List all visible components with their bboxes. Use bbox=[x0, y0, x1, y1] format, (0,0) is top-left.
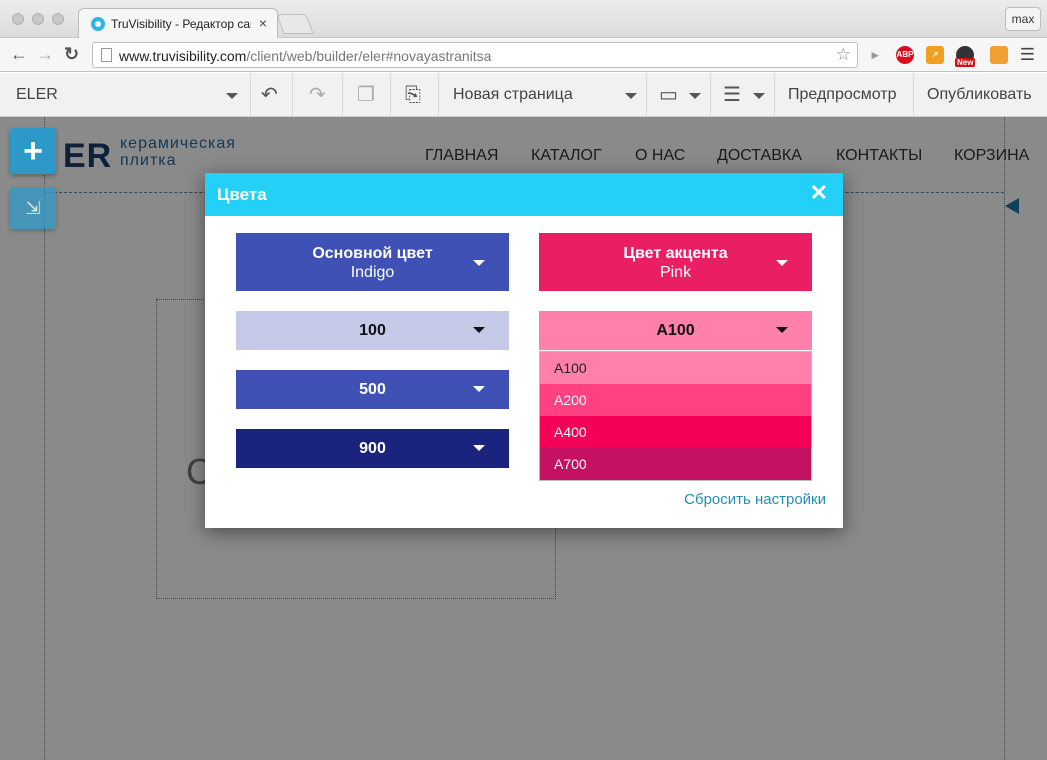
chevron-down-icon bbox=[776, 260, 788, 266]
primary-shade-100-select[interactable]: 100 bbox=[236, 311, 509, 350]
add-element-button[interactable]: + bbox=[10, 128, 56, 174]
new-tab-button[interactable] bbox=[276, 14, 314, 34]
primary-color-label: Основной цвет bbox=[312, 245, 433, 262]
plus-icon: + bbox=[23, 132, 43, 170]
bookmark-star-icon[interactable]: ☆ bbox=[836, 45, 851, 65]
minimize-window-button[interactable] bbox=[32, 13, 44, 25]
adblock-icon[interactable]: ABP bbox=[896, 46, 914, 64]
paste-icon: ⎘ bbox=[405, 84, 421, 106]
collapse-button[interactable]: ⇲ bbox=[10, 187, 56, 229]
monitor-icon: ▭ bbox=[659, 84, 678, 106]
chart-icon[interactable]: ↗ bbox=[926, 46, 944, 64]
chevron-down-icon bbox=[776, 327, 788, 333]
primary-color-select[interactable]: Основной цвет Indigo bbox=[236, 233, 509, 291]
truvisibility-favicon-icon bbox=[91, 17, 105, 31]
primary-color-value: Indigo bbox=[350, 264, 395, 281]
page-select[interactable]: Новая страница bbox=[439, 73, 647, 117]
shade-label: 100 bbox=[359, 322, 386, 339]
reload-icon[interactable]: ↻ bbox=[64, 44, 79, 65]
accent-option-a400[interactable]: A400 bbox=[540, 416, 811, 448]
chevron-down-icon bbox=[473, 386, 485, 392]
site-name: ELER bbox=[16, 86, 58, 103]
dialog-header: Цвета ✕ bbox=[205, 173, 843, 216]
accent-option-a700[interactable]: A700 bbox=[540, 448, 811, 480]
close-icon[interactable]: ✕ bbox=[810, 182, 828, 204]
grid-icon[interactable] bbox=[990, 46, 1008, 64]
sliders-icon: ☰ bbox=[723, 84, 741, 106]
builder-toolbar: ELER ↶ ↷ ❐ ⎘ Новая страница ▭ ☰ Предпрос… bbox=[0, 73, 1047, 117]
undo-icon: ↶ bbox=[261, 84, 278, 106]
reset-settings-link[interactable]: Сбросить настройки bbox=[684, 491, 826, 508]
redo-icon: ↷ bbox=[309, 84, 326, 106]
preview-button[interactable]: Предпросмотр bbox=[775, 73, 914, 117]
settings-select[interactable]: ☰ bbox=[711, 73, 775, 117]
chevron-down-icon bbox=[226, 93, 238, 99]
url-text: www.truvisibility.com/client/web/builder… bbox=[119, 48, 492, 64]
shade-label: 500 bbox=[359, 381, 386, 398]
primary-shade-500-select[interactable]: 500 bbox=[236, 370, 509, 409]
dialog-title: Цвета bbox=[217, 185, 267, 204]
redo-button[interactable]: ↷ bbox=[293, 73, 343, 117]
back-arrow-icon[interactable]: ← bbox=[10, 44, 28, 65]
chevron-down-icon bbox=[753, 93, 765, 99]
undo-button[interactable]: ↶ bbox=[251, 73, 293, 117]
collapse-icon: ⇲ bbox=[25, 198, 41, 218]
volume-icon[interactable]: ▸ bbox=[866, 46, 884, 64]
chevron-down-icon bbox=[473, 445, 485, 451]
tab-title: TruVisibility - Редактор сай bbox=[111, 17, 251, 31]
copy-button[interactable]: ❐ bbox=[343, 73, 391, 117]
chevron-down-icon bbox=[473, 327, 485, 333]
tab-close-button[interactable]: × bbox=[259, 15, 267, 31]
primary-shade-900-select[interactable]: 900 bbox=[236, 429, 509, 468]
profile-button[interactable]: max bbox=[1005, 7, 1041, 31]
page-icon bbox=[101, 48, 112, 62]
browser-tab[interactable]: TruVisibility - Редактор сай × bbox=[78, 8, 278, 38]
page-select-label: Новая страница bbox=[453, 86, 573, 103]
new-badge: New bbox=[955, 58, 976, 67]
publish-button[interactable]: Опубликовать bbox=[914, 73, 1047, 117]
device-select[interactable]: ▭ bbox=[647, 73, 711, 117]
accent-option-a200[interactable]: A200 bbox=[540, 384, 811, 416]
chevron-down-icon bbox=[689, 93, 701, 99]
chevron-down-icon bbox=[473, 260, 485, 266]
browser-titlebar: TruVisibility - Редактор сай × max bbox=[0, 0, 1047, 38]
menu-icon[interactable]: ☰ bbox=[1020, 45, 1035, 65]
shade-label: 900 bbox=[359, 440, 386, 457]
url-input[interactable]: www.truvisibility.com/client/web/builder… bbox=[92, 42, 858, 68]
accent-color-label: Цвет акцента bbox=[623, 245, 728, 262]
accent-color-select[interactable]: Цвет акцента Pink bbox=[539, 233, 812, 291]
forward-arrow-icon[interactable]: → bbox=[36, 44, 54, 65]
accent-color-value: Pink bbox=[659, 264, 692, 281]
maximize-window-button[interactable] bbox=[52, 13, 64, 25]
address-bar-row: ← → ↻ www.truvisibility.com/client/web/b… bbox=[0, 38, 1047, 72]
accent-option-a100[interactable]: A100 bbox=[540, 352, 811, 384]
copy-icon: ❐ bbox=[357, 84, 375, 106]
chevron-down-icon bbox=[625, 93, 637, 99]
paste-button[interactable]: ⎘ bbox=[391, 73, 439, 117]
site-select[interactable]: ELER bbox=[0, 73, 251, 117]
close-window-button[interactable] bbox=[12, 13, 24, 25]
shade-label: A100 bbox=[656, 322, 695, 339]
accent-shade-dropdown: A100 A200 A400 A700 bbox=[539, 351, 812, 481]
colors-dialog: Цвета ✕ Основной цвет Indigo Цвет акцент… bbox=[205, 173, 843, 528]
accent-shade-select[interactable]: A100 bbox=[539, 311, 812, 350]
